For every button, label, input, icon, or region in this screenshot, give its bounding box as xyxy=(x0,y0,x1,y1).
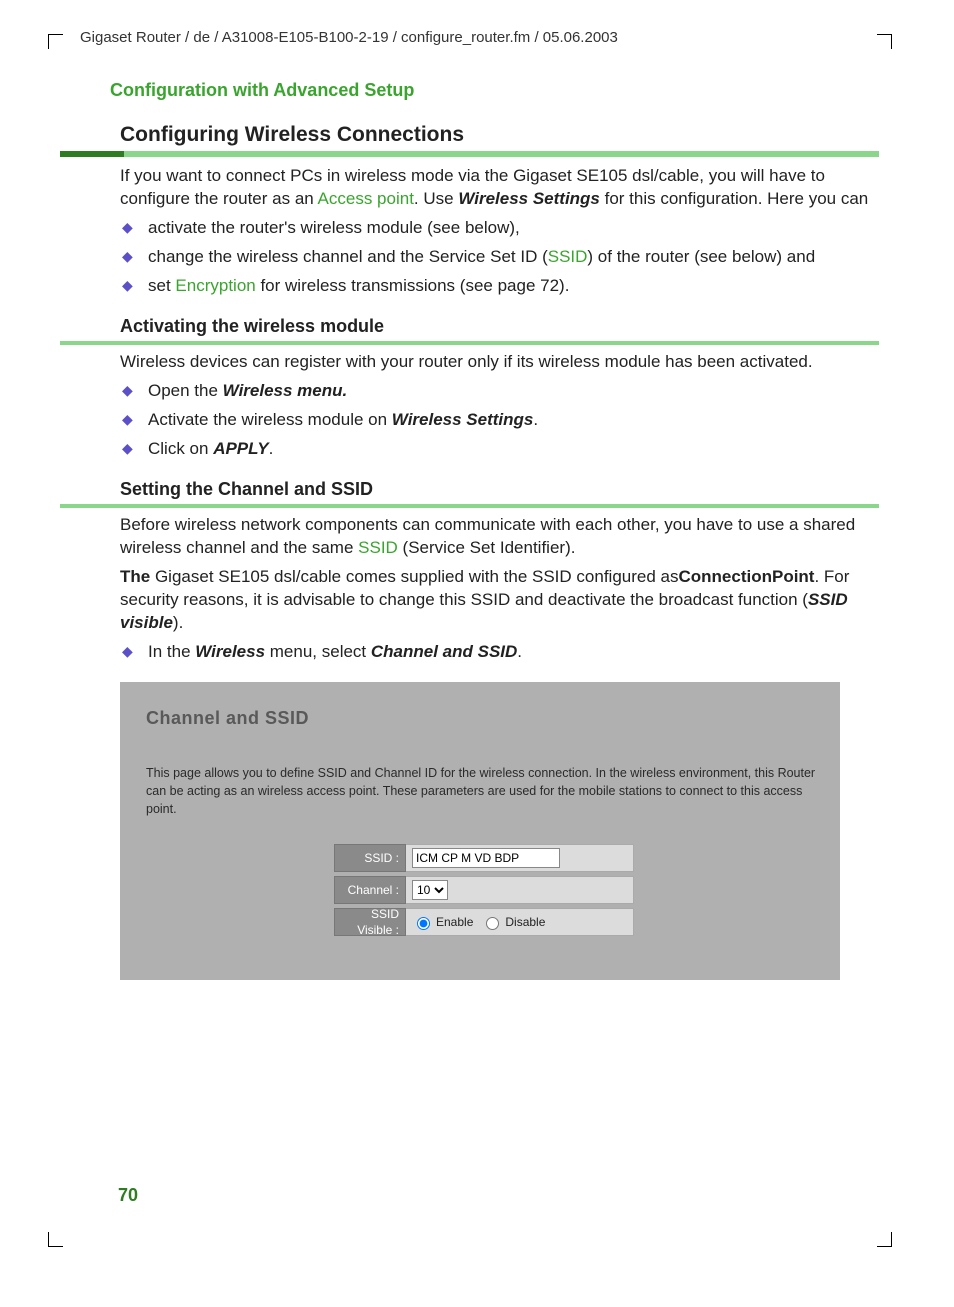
ssid-visible-enable-radio[interactable] xyxy=(417,917,430,930)
panel-form: SSID : Channel : 10 SSID Visible : Enabl… xyxy=(334,844,634,936)
ssid-paragraph-1: Before wireless network components can c… xyxy=(120,514,879,560)
ssid-bullets: In the Wireless menu, select Channel and… xyxy=(120,641,879,664)
intro-bullets: activate the router's wireless module (s… xyxy=(120,217,879,298)
radio-label-enable: Enable xyxy=(436,914,473,930)
ssid-paragraph-2: The Gigaset SE105 dsl/cable comes suppli… xyxy=(120,566,879,635)
heading-rule xyxy=(60,151,879,157)
link-ssid-2[interactable]: SSID xyxy=(358,538,398,557)
activating-paragraph: Wireless devices can register with your … xyxy=(120,351,879,374)
page-number: 70 xyxy=(118,1183,138,1207)
ssid-input[interactable] xyxy=(412,848,560,868)
router-ui-panel: Channel and SSID This page allows you to… xyxy=(120,682,840,981)
section-title: Configuration with Advanced Setup xyxy=(110,78,879,102)
bullet-encryption: set Encryption for wireless transmission… xyxy=(120,275,879,298)
label-channel: Channel : xyxy=(334,876,406,904)
doc-header: Gigaset Router / de / A31008-E105-B100-2… xyxy=(80,28,879,48)
bullet-activate: activate the router's wireless module (s… xyxy=(120,217,879,240)
sub-rule xyxy=(60,341,879,345)
sub-heading-activating: Activating the wireless module xyxy=(120,314,879,338)
sub-heading-channel-ssid: Setting the Channel and SSID xyxy=(120,477,879,501)
intro-paragraph: If you want to connect PCs in wireless m… xyxy=(120,165,879,211)
main-heading: Configuring Wireless Connections xyxy=(120,121,879,149)
bullet-change-ssid: change the wireless channel and the Serv… xyxy=(120,246,879,269)
channel-select[interactable]: 10 xyxy=(412,880,448,900)
link-access-point[interactable]: Access point xyxy=(318,189,414,208)
panel-description: This page allows you to define SSID and … xyxy=(146,764,816,818)
panel-title: Channel and SSID xyxy=(146,706,822,730)
activating-bullets: Open the Wireless menu. Activate the wir… xyxy=(120,380,879,461)
bullet-click-apply: Click on APPLY. xyxy=(120,438,879,461)
ssid-visible-disable-radio[interactable] xyxy=(486,917,499,930)
bullet-select-channel: In the Wireless menu, select Channel and… xyxy=(120,641,879,664)
sub-rule-2 xyxy=(60,504,879,508)
label-ssid: SSID : xyxy=(334,844,406,872)
bullet-activate-module: Activate the wireless module on Wireless… xyxy=(120,409,879,432)
label-ssid-visible: SSID Visible : xyxy=(334,908,406,936)
bullet-open-menu: Open the Wireless menu. xyxy=(120,380,879,403)
link-ssid[interactable]: SSID xyxy=(548,247,588,266)
radio-label-disable: Disable xyxy=(505,914,545,930)
link-encryption[interactable]: Encryption xyxy=(175,276,255,295)
